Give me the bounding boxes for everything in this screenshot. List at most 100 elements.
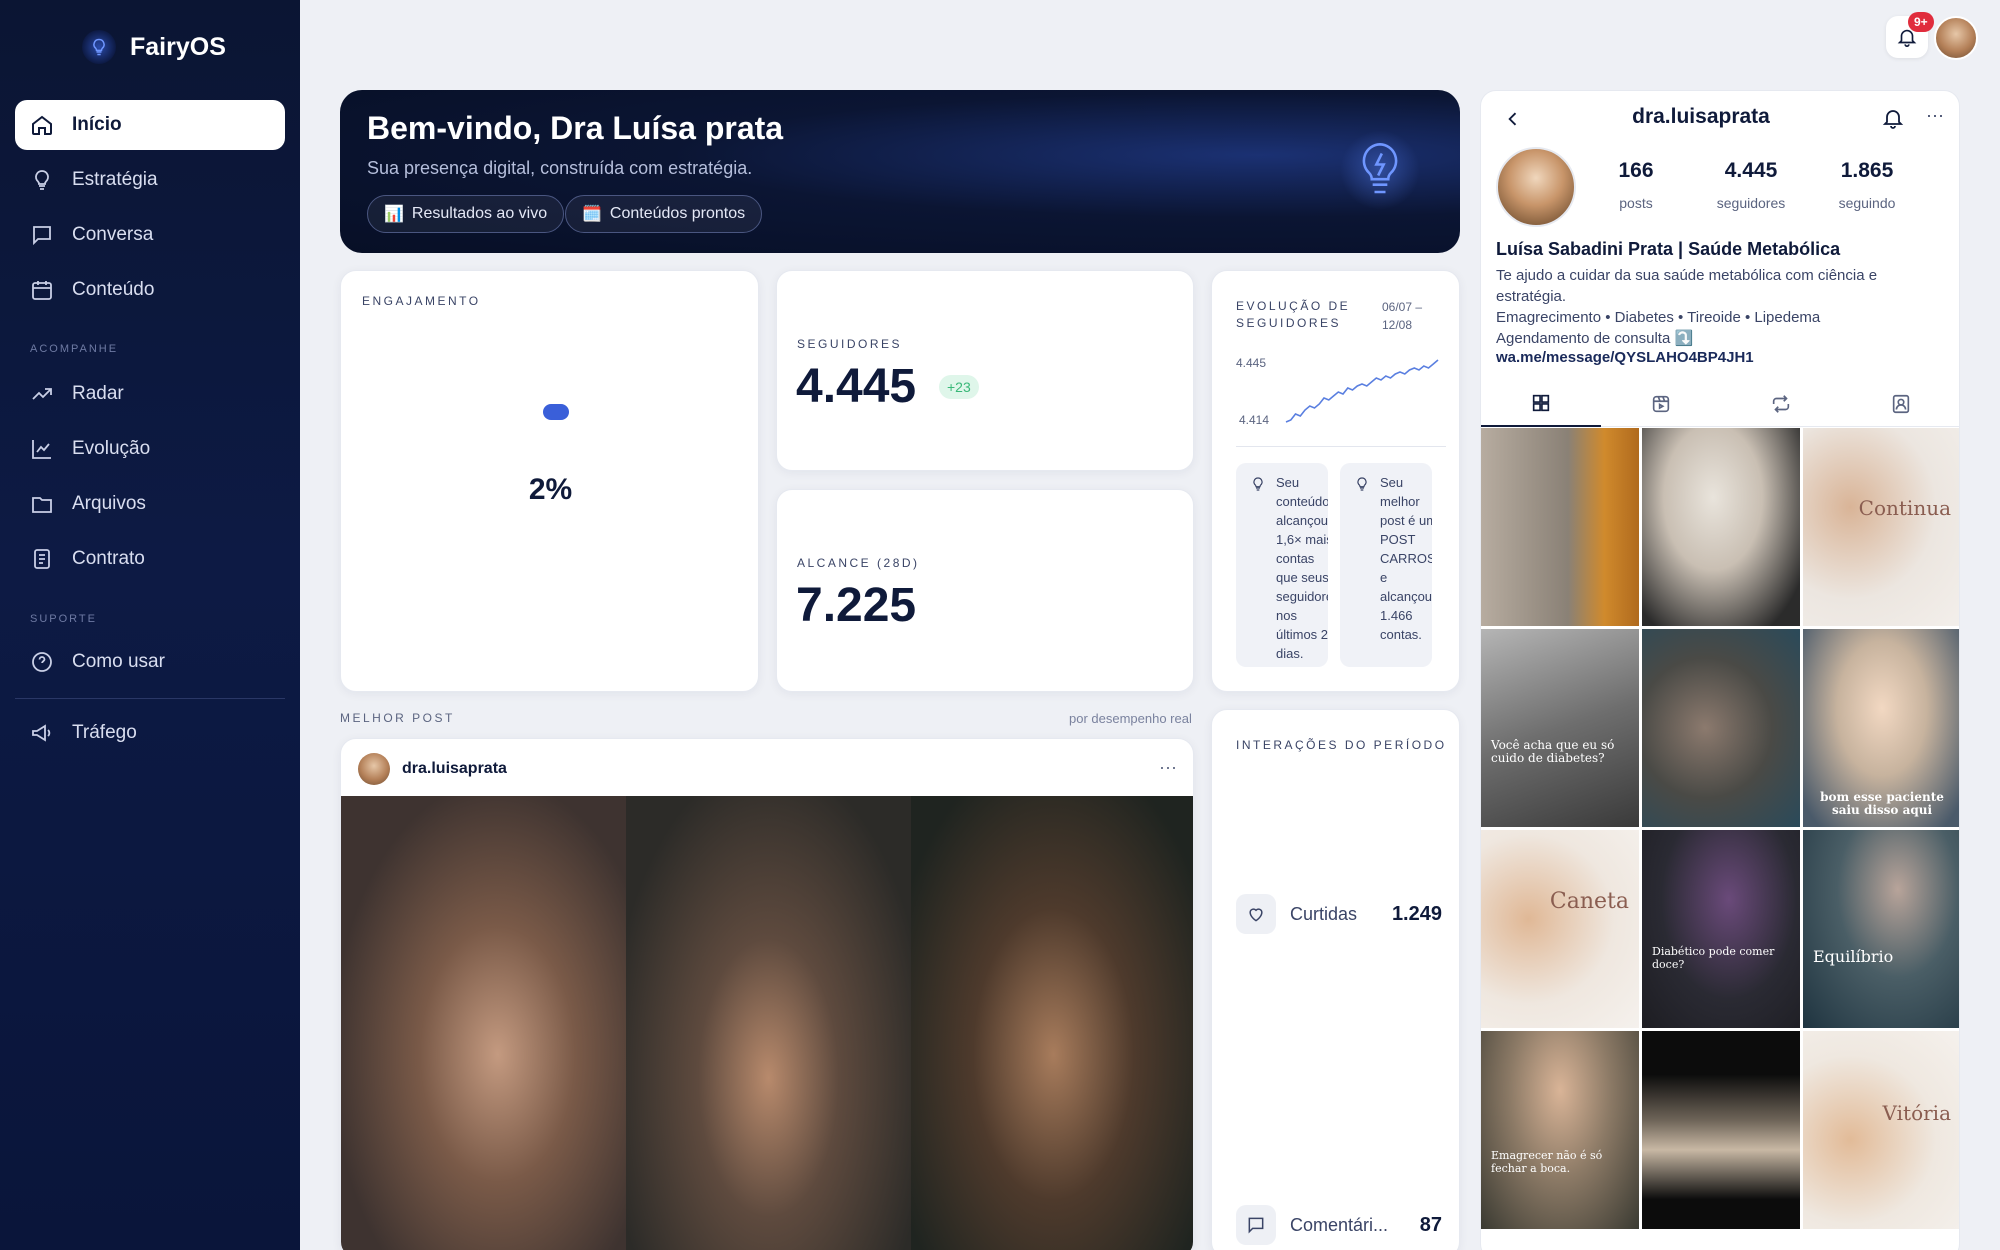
stat-label: seguidores — [1716, 195, 1786, 211]
profile-more-button[interactable]: ··· — [1926, 105, 1944, 126]
sidebar-item-label: Início — [72, 114, 122, 135]
tab-grid[interactable] — [1481, 381, 1601, 427]
chip-label: Resultados ao vivo — [411, 205, 548, 222]
sidebar-item-conteudo[interactable]: Conteúdo — [15, 265, 285, 315]
bar-chart-emoji-icon: 📊 — [384, 206, 404, 223]
stat-number: 4.445 — [1724, 159, 1778, 182]
grid-post[interactable]: Diabético pode comer doce? — [1642, 830, 1800, 1028]
stat-name: Comentári... — [1290, 1214, 1389, 1235]
sidebar-item-conversa[interactable]: Conversa — [15, 210, 285, 260]
grid-post[interactable] — [1642, 629, 1800, 827]
grid-icon — [1532, 394, 1550, 412]
notifications-badge: 9+ — [1908, 12, 1934, 32]
user-avatar[interactable] — [1934, 16, 1978, 60]
post-header: dra.luisaprata — [358, 753, 507, 785]
grid-post[interactable]: bom esse paciente saiu disso aqui — [1803, 629, 1959, 827]
evolution-divider — [1236, 446, 1446, 447]
post-photo-2 — [626, 796, 911, 1250]
grid-post[interactable]: Emagrecer não é só fechar a boca. — [1481, 1031, 1639, 1229]
grid-post[interactable] — [1481, 428, 1639, 626]
stat-label: posts — [1619, 195, 1653, 211]
engagement-card: ENGAJAMENTO 2% — [340, 270, 759, 692]
sidebar-item-label: Como usar — [72, 651, 165, 672]
followers-series-line — [1285, 359, 1439, 423]
document-icon — [34, 549, 50, 569]
insight-card: Seu melhor post é um POST CARROSSEL e al… — [1340, 463, 1432, 667]
sidebar-item-inicio[interactable]: Início — [15, 100, 285, 150]
tab-tagged[interactable] — [1841, 381, 1959, 427]
engagement-value: 2% — [528, 473, 573, 506]
engagement-label: ENGAJAMENTO — [362, 294, 481, 308]
grid-post[interactable]: Vitória — [1803, 1031, 1959, 1229]
insight-text: Seu conteúdo alcançou 1,6× mais contas q… — [1276, 475, 1328, 661]
tab-reposts[interactable] — [1721, 381, 1841, 427]
followers-label: SEGUIDORES — [797, 337, 903, 351]
sidebar-item-como-usar[interactable]: Como usar — [15, 637, 285, 687]
sidebar-item-evolucao[interactable]: Evolução — [15, 424, 285, 474]
sidebar-item-label: Contrato — [72, 548, 145, 569]
post-avatar — [358, 753, 390, 785]
instagram-profile-panel: dra.luisaprata ··· 166 posts 4.445 segui… — [1480, 90, 1960, 1250]
chip-resultados-ao-vivo[interactable]: 📊 Resultados ao vivo — [367, 195, 565, 233]
grid-post[interactable]: Caneta — [1481, 830, 1639, 1028]
best-post-label: MELHOR POST — [340, 711, 455, 725]
sidebar-divider — [15, 698, 285, 699]
reels-icon — [1652, 395, 1670, 413]
sidebar-item-contrato[interactable]: Contrato — [15, 534, 285, 584]
lightbulb-icon — [1357, 477, 1367, 491]
stat-row-likes: Curtidas 1.249 — [1236, 894, 1442, 934]
repost-icon — [1772, 395, 1790, 413]
stat-name: Curtidas — [1290, 903, 1358, 924]
grid-post[interactable]: Continua — [1803, 428, 1959, 626]
profile-stat-followers[interactable]: 4.445 seguidores — [1696, 159, 1806, 211]
sidebar-item-label: Conversa — [72, 224, 154, 245]
stat-value: 1.249 — [1391, 902, 1442, 925]
grid-post[interactable] — [1642, 428, 1800, 626]
sidebar-item-trafego[interactable]: Tráfego — [15, 708, 285, 758]
interactions-card: INTERAÇÕES DO PERÍODO Curtidas 1.249 Com… — [1211, 709, 1460, 1250]
welcome-title: Bem-vindo, Dra Luísa prata — [367, 110, 784, 146]
sidebar: FairyOS Início Estratégia Conversa Conte… — [0, 0, 300, 1250]
chat-icon — [33, 226, 51, 246]
reach-label: ALCANCE (28D) — [797, 556, 920, 570]
welcome-subtitle: Sua presença digital, construída com est… — [367, 158, 753, 178]
best-post-sub: por desempenho real — [1069, 711, 1192, 726]
best-post-card[interactable]: dra.luisaprata ··· — [340, 738, 1194, 1250]
lightbulb-logo-icon — [82, 30, 116, 64]
tab-reels[interactable] — [1601, 381, 1721, 427]
sidebar-item-radar[interactable]: Radar — [15, 369, 285, 419]
post-caption: Caneta — [1549, 889, 1629, 914]
followers-delta-badge: +23 — [939, 375, 979, 399]
post-more-button[interactable]: ··· — [1159, 757, 1177, 778]
profile-username: dra.luisaprata — [1632, 105, 1770, 128]
stat-row-comments: Comentári... 87 — [1236, 1205, 1442, 1245]
sidebar-item-label: Radar — [72, 383, 124, 404]
bio-line: Te ajudo a cuidar da sua saúde metabólic… — [1496, 267, 1878, 305]
followers-value: 4.445 — [796, 360, 917, 413]
trending-up-icon — [32, 388, 52, 400]
post-caption: Você acha que eu só cuido de diabetes? — [1491, 738, 1615, 765]
sidebar-item-arquivos[interactable]: Arquivos — [15, 479, 285, 529]
grid-post[interactable] — [1642, 1031, 1800, 1229]
profile-bell-icon[interactable] — [1881, 106, 1905, 135]
profile-link[interactable]: wa.me/message/QYSLAHO4BP4JH1 — [1496, 349, 1754, 366]
grid-post[interactable]: Você acha que eu só cuido de diabetes? — [1481, 629, 1639, 827]
evolution-date-range: 06/07 – 12/08 — [1382, 300, 1423, 332]
chip-conteudos-prontos[interactable]: 🗓️ Conteúdos prontos — [565, 195, 763, 233]
post-username: dra.luisaprata — [402, 760, 507, 777]
sidebar-item-estrategia[interactable]: Estratégia — [15, 155, 285, 205]
grid-post[interactable]: Equilíbrio — [1803, 830, 1959, 1028]
megaphone-icon — [32, 724, 51, 742]
stat-value: 87 — [1419, 1213, 1442, 1236]
line-chart-icon — [32, 440, 51, 459]
post-caption: Vitória — [1882, 1101, 1951, 1125]
home-icon — [32, 115, 52, 135]
post-photo-3 — [911, 796, 1193, 1250]
insight-card: Seu conteúdo alcançou 1,6× mais contas q… — [1236, 463, 1328, 667]
profile-stat-following[interactable]: 1.865 seguindo — [1812, 159, 1922, 211]
chip-label: Conteúdos prontos — [609, 205, 746, 222]
tagged-user-icon — [1892, 394, 1910, 414]
brand[interactable]: FairyOS — [82, 30, 226, 64]
stat-number: 166 — [1618, 159, 1654, 182]
profile-stat-posts: 166 posts — [1581, 159, 1691, 211]
